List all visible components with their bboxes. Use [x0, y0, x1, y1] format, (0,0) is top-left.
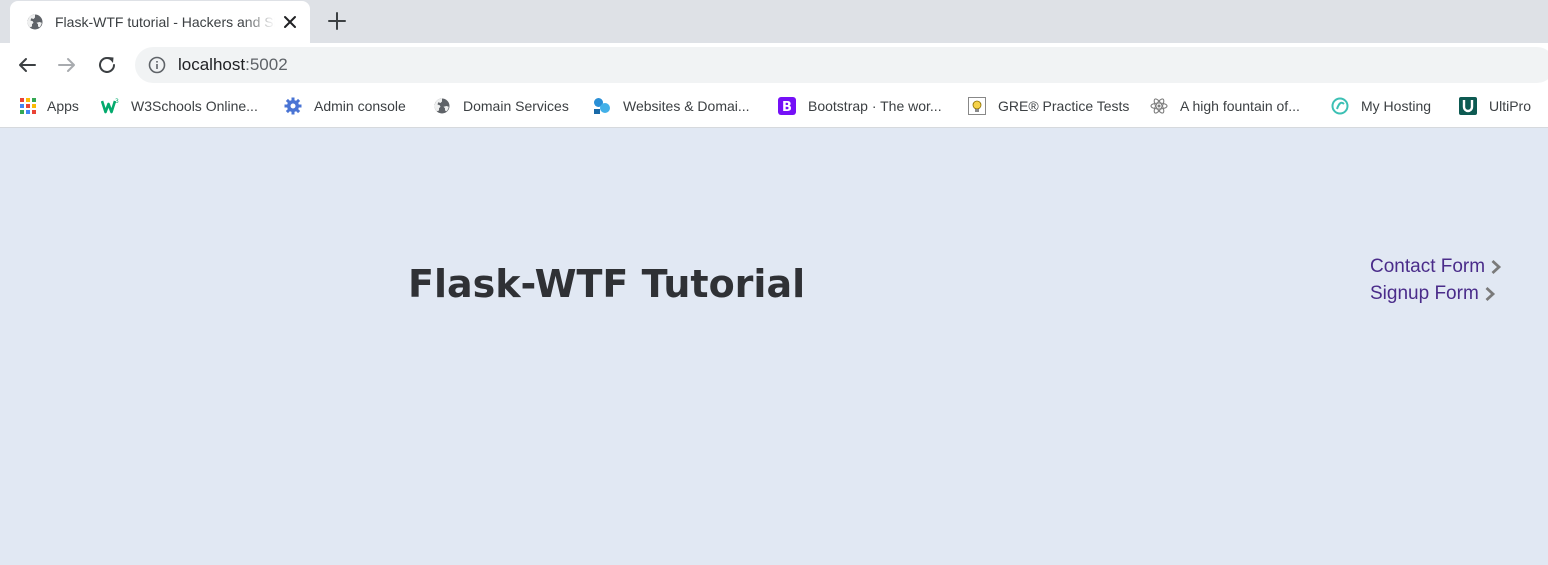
bookmark-bootstrap[interactable]: B Bootstrap · The wor...: [778, 95, 942, 117]
bookmark-gre[interactable]: GRE® Practice Tests: [968, 95, 1129, 117]
bookmarks-bar: Apps 3 W3Schools Online... Admin console…: [0, 87, 1548, 128]
tab-title: Flask-WTF tutorial - Hackers and Slacker…: [55, 14, 275, 30]
bookmark-my-hosting[interactable]: My Hosting: [1331, 95, 1431, 117]
url-text: localhost:5002: [178, 55, 288, 75]
bookmark-fountain[interactable]: A high fountain of...: [1150, 95, 1300, 117]
bookmark-admin-console[interactable]: Admin console: [284, 95, 406, 117]
bookmark-label: Bootstrap · The wor...: [808, 98, 942, 114]
ultipro-icon: [1459, 97, 1477, 115]
globe-icon: [27, 14, 43, 30]
signup-form-link[interactable]: Signup Form: [1370, 280, 1503, 307]
nav-links: Contact Form Signup Form: [1370, 253, 1503, 307]
contact-form-link-label: Contact Form: [1370, 255, 1486, 277]
forward-arrow-icon[interactable]: [55, 53, 79, 77]
signup-form-link-label: Signup Form: [1370, 282, 1479, 304]
new-tab-plus-icon[interactable]: [326, 10, 348, 32]
url-port: :5002: [245, 55, 288, 74]
bookmark-label: My Hosting: [1361, 98, 1432, 114]
svg-text:B: B: [782, 100, 792, 115]
w3schools-icon: 3: [101, 98, 119, 114]
bookmark-websites-domains[interactable]: Websites & Domai...: [593, 95, 750, 117]
svg-text:3: 3: [115, 98, 119, 105]
contact-form-link[interactable]: Contact Form: [1370, 253, 1503, 280]
close-icon[interactable]: [280, 12, 300, 32]
bookmark-apps[interactable]: Apps: [19, 95, 79, 117]
reload-icon[interactable]: [95, 53, 119, 77]
bookmark-label: GRE® Practice Tests: [998, 98, 1130, 114]
address-bar[interactable]: localhost:5002: [135, 47, 1548, 83]
bookmark-label: Domain Services: [463, 98, 569, 114]
bookmark-label: A high fountain of...: [1180, 98, 1300, 114]
bookmark-domain-services[interactable]: Domain Services: [433, 95, 569, 117]
atom-icon: [1150, 98, 1168, 114]
websites-icon: [594, 98, 610, 114]
page-content: Flask-WTF Tutorial Contact Form Signup F…: [0, 129, 1548, 565]
page-title: Flask-WTF Tutorial: [408, 262, 806, 306]
bookmark-label: Websites & Domai...: [623, 98, 750, 114]
info-icon[interactable]: [148, 56, 166, 74]
bookmark-ultipro[interactable]: UltiPro: [1459, 95, 1531, 117]
apps-grid-icon: [20, 98, 36, 114]
bookmark-label: Admin console: [314, 98, 406, 114]
gear-icon: [284, 97, 302, 115]
chevron-right-icon: [1485, 286, 1495, 301]
url-host: localhost: [178, 55, 246, 74]
browser-toolbar: localhost:5002: [0, 43, 1548, 87]
bootstrap-icon: B: [778, 97, 796, 115]
bookmark-label: Apps: [47, 98, 79, 114]
hosting-icon: [1331, 97, 1349, 115]
globe-icon: [434, 98, 450, 114]
chevron-right-icon: [1491, 259, 1502, 274]
bookmark-label: UltiPro: [1489, 98, 1532, 114]
browser-tab[interactable]: Flask-WTF tutorial - Hackers and Slacker…: [10, 1, 310, 43]
lightbulb-icon: [968, 97, 986, 115]
back-arrow-icon[interactable]: [15, 53, 39, 77]
bookmark-label: W3Schools Online...: [131, 98, 258, 114]
tab-strip: Flask-WTF tutorial - Hackers and Slacker…: [0, 0, 1548, 43]
bookmark-w3schools[interactable]: 3 W3Schools Online...: [101, 95, 258, 117]
